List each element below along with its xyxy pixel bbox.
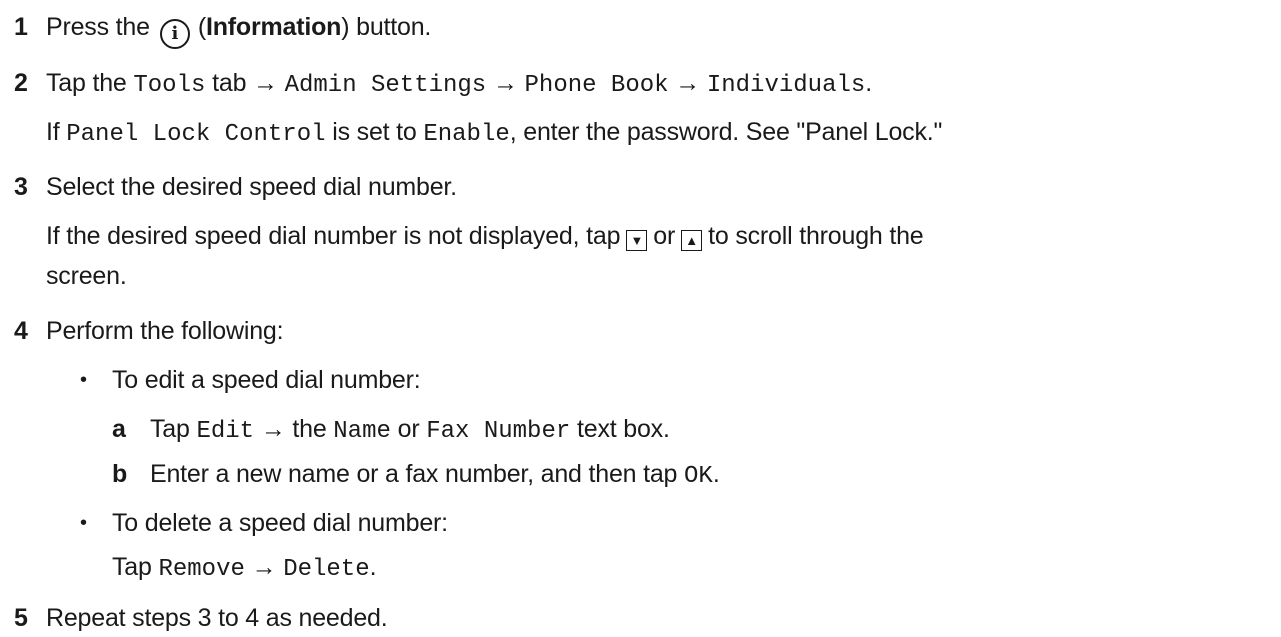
bullet-marker: • — [80, 369, 87, 391]
step-number: 1 — [14, 13, 28, 41]
substep-label: a — [112, 415, 126, 443]
down-arrow-icon: ▼ — [626, 230, 648, 251]
step-text: Repeat steps 3 to 4 as needed. — [46, 604, 388, 632]
substep-label: b — [112, 460, 128, 488]
up-arrow-icon: ▲ — [681, 230, 703, 251]
step-text: Tap the Tools tab → Admin Settings → Pho… — [46, 69, 873, 99]
step-number: 2 — [14, 69, 28, 97]
step-number: 3 — [14, 173, 28, 201]
step-number: 5 — [14, 604, 28, 632]
step-text: Press the i (Information) button. — [46, 10, 431, 49]
step-text: Perform the following: — [46, 317, 284, 345]
step-text: Select the desired speed dial number. — [46, 173, 457, 201]
step-number: 4 — [14, 317, 28, 345]
bullet-marker: • — [80, 512, 87, 534]
information-icon: i — [159, 19, 190, 49]
